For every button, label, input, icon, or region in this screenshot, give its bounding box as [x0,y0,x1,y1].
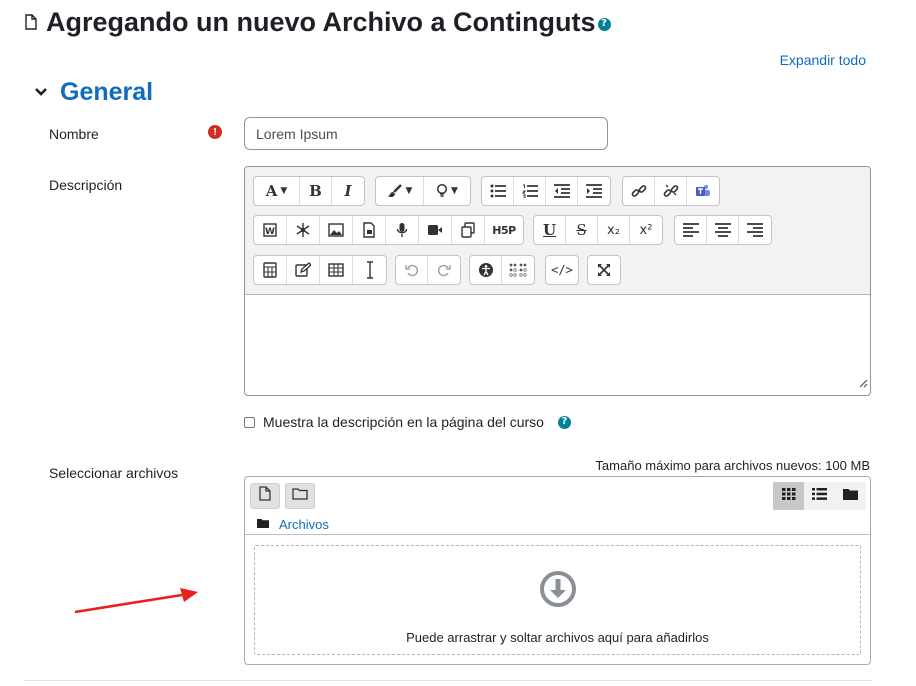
font-icon[interactable]: A ▼ [254,177,300,205]
undo-icon[interactable] [396,256,428,284]
snowflake-icon[interactable] [287,216,320,244]
show-description-label: Muestra la descripción en la página del … [263,414,544,430]
file-drop-zone[interactable]: Puede arrastrar y soltar archivos aquí p… [254,545,861,655]
max-size-text: Tamaño máximo para archivos nuevos: 100 … [595,458,870,473]
view-toggle [773,482,866,510]
add-file-button[interactable] [250,483,280,509]
link-icon[interactable] [623,177,655,205]
breadcrumb-files-link[interactable]: Archivos [279,517,329,532]
indent-icon[interactable] [578,177,610,205]
h5p-icon[interactable]: H5P [485,216,523,244]
help-icon[interactable]: ? [557,415,571,429]
redo-icon[interactable] [428,256,460,284]
lightbulb-icon[interactable]: ▼ [424,177,470,205]
editor-toolbar: A ▼ B I ▼ ▼ W H5P U S x₂ x² </> [245,167,870,295]
section-divider [24,680,872,681]
toolbar-group-align [674,215,772,245]
list-icon [812,487,827,505]
help-icon[interactable]: ? [597,17,611,31]
italic-icon[interactable]: I [332,177,364,205]
toolbar-group-format: U S x₂ x² [533,215,663,245]
toolbar-group-color: ▼ ▼ [375,176,471,206]
svg-text:W: W [265,227,275,237]
view-tree-button[interactable] [835,482,866,510]
breadcrumb: Archivos [257,515,329,533]
html-code-icon[interactable]: </> [546,256,578,284]
video-camera-icon[interactable] [419,216,452,244]
grid-icon [781,487,796,505]
align-center-icon[interactable] [707,216,739,244]
outdent-icon[interactable] [546,177,578,205]
chevron-down-icon [34,84,48,102]
align-left-icon[interactable] [675,216,707,244]
calculator-icon[interactable] [254,256,287,284]
unordered-list-icon[interactable] [482,177,514,205]
media-file-icon[interactable] [353,216,386,244]
superscript-icon[interactable]: x² [630,216,662,244]
name-label: Nombre [49,126,99,142]
editor-content-area[interactable] [245,295,870,395]
download-arrow-icon [539,570,577,613]
image-icon[interactable] [320,216,353,244]
braille-icon[interactable] [502,256,534,284]
toolbar-group-links [622,176,720,206]
word-paste-icon[interactable]: W [254,216,287,244]
show-description-row: Muestra la descripción en la página del … [244,414,571,430]
section-title: General [60,78,154,106]
microphone-icon[interactable] [386,216,419,244]
name-input[interactable] [244,117,608,150]
file-manager-toolbar: Archivos [245,477,870,535]
accessibility-icon[interactable] [470,256,502,284]
unlink-icon[interactable] [655,177,687,205]
view-list-button[interactable] [804,482,835,510]
create-folder-button[interactable] [285,483,315,509]
teams-icon[interactable] [687,177,719,205]
align-right-icon[interactable] [739,216,771,244]
toolbar-group-style: A ▼ B I [253,176,365,206]
required-icon: ! [208,125,222,139]
toolbar-group-fullscreen [587,255,621,285]
select-files-label: Seleccionar archivos [49,465,179,481]
expand-all-link[interactable]: Expandir todo [780,52,866,68]
folder-solid-icon [257,515,269,533]
bold-icon[interactable]: B [300,177,332,205]
folder-solid-icon [843,487,858,505]
text-cursor-icon[interactable] [353,256,386,284]
section-toggle-general[interactable]: General [34,78,153,107]
file-manager: Archivos Puede arrastrar y soltar archiv… [244,476,871,665]
folder-icon [292,487,308,505]
drop-zone-text: Puede arrastrar y soltar archivos aquí p… [406,630,709,645]
description-label: Descripción [49,177,123,193]
toolbar-group-insert: W H5P [253,215,524,245]
view-icons-button[interactable] [773,482,804,510]
table-icon[interactable] [320,256,353,284]
toolbar-group-lists [481,176,611,206]
file-icon [259,486,271,506]
ordered-list-icon[interactable] [514,177,546,205]
page-title-bar: Agregando un nuevo Archivo a Continguts … [24,4,611,40]
paint-brush-icon[interactable]: ▼ [376,177,424,205]
show-description-checkbox[interactable] [244,416,255,428]
toolbar-group-history [395,255,461,285]
annotation-arrow-icon [70,584,202,621]
toolbar-group-code: </> [545,255,579,285]
copy-icon[interactable] [452,216,485,244]
fullscreen-icon[interactable] [588,256,620,284]
edit-icon[interactable] [287,256,320,284]
toolbar-group-tools [253,255,387,285]
document-icon [24,14,38,30]
toolbar-group-accessibility [469,255,535,285]
description-editor: A ▼ B I ▼ ▼ W H5P U S x₂ x² </> [244,166,871,396]
subscript-icon[interactable]: x₂ [598,216,630,244]
page-title: Agregando un nuevo Archivo a Continguts [46,6,596,37]
underline-icon[interactable]: U [534,216,566,244]
strikethrough-icon[interactable]: S [566,216,598,244]
resize-grip-icon[interactable] [858,375,868,393]
